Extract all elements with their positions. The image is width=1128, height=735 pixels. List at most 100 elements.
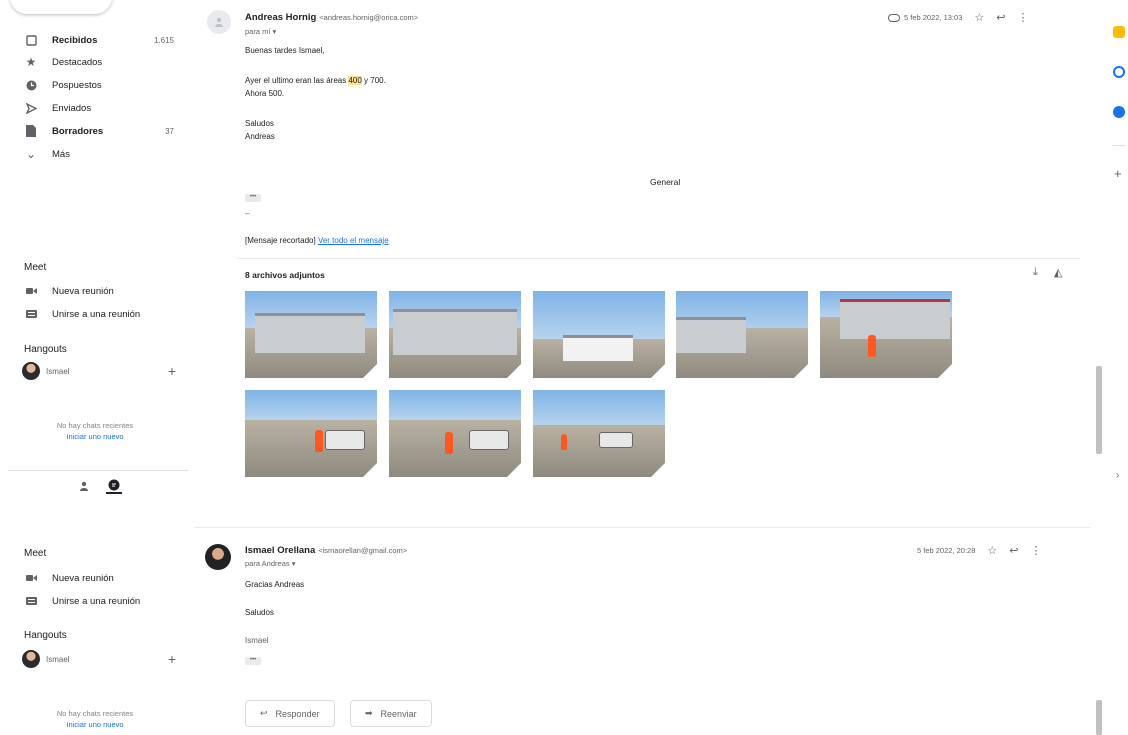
forward-label: Reenviar <box>380 708 417 719</box>
sidebar-item-snoozed[interactable]: Pospuestos <box>0 74 190 96</box>
more-options-icon[interactable]: ⋮ <box>1017 11 1028 24</box>
sidebar-item-label: Más <box>52 148 70 160</box>
hangouts-tabs <box>76 478 122 494</box>
recipient-toggle[interactable]: para mí ▾ <box>245 27 276 36</box>
scrollbar-thumb[interactable] <box>1096 366 1102 454</box>
attachment-thumbnail[interactable] <box>245 291 377 378</box>
new-meeting-label: Nueva reunión <box>52 285 114 297</box>
contacts-icon[interactable] <box>1113 106 1125 118</box>
rail-divider <box>1112 145 1126 146</box>
body-dash: – <box>245 209 250 218</box>
attachment-thumbnail[interactable] <box>533 291 665 378</box>
keyboard-icon <box>24 310 38 318</box>
clipped-text: [Mensaje recortado] <box>245 236 316 245</box>
message2-meta: 5 feb 2022, 20:28 ☆ ↩ ⋮ <box>917 544 1041 557</box>
add-chat-icon[interactable]: + <box>168 363 176 379</box>
reply-label: Responder <box>275 708 320 719</box>
attachments-actions: ⤓ ◭ <box>1033 266 1062 279</box>
sidebar-item-starred[interactable]: ★ Destacados <box>0 51 190 73</box>
sidebar-item-label: Borradores <box>52 125 104 137</box>
draft-icon <box>24 125 38 137</box>
show-trimmed-content-button[interactable]: ••• <box>245 194 261 202</box>
new-meeting-label: Nueva reunión <box>52 572 114 584</box>
sender-avatar <box>205 544 231 570</box>
side-panel-rail: + › <box>1110 0 1128 735</box>
clock-icon <box>24 80 38 91</box>
sidebar-item-inbox[interactable]: Recibidos 1.615 <box>0 29 190 51</box>
start-new-chat-link[interactable]: Iniciar uno nuevo <box>30 431 160 442</box>
clipped-message-notice: [Mensaje recortado] Ver todo el mensaje <box>245 236 389 245</box>
sidebar-item-label: Enviados <box>52 102 92 114</box>
sender-name: Ismael Orellana <box>245 545 316 556</box>
sidebar-item-sent[interactable]: Enviados <box>0 97 190 119</box>
join-meeting-button[interactable]: Unirse a una reunión <box>24 305 140 323</box>
left-sidebar: Recibidos 1.615 ★ Destacados Pospuestos … <box>0 0 190 735</box>
avatar <box>22 362 40 380</box>
tasks-icon[interactable] <box>1113 66 1125 78</box>
hangouts-section-title-2: Hangouts <box>24 630 67 641</box>
attachments-divider <box>237 258 1080 259</box>
show-trimmed-content-button[interactable]: ••• <box>245 657 261 665</box>
recipient-toggle[interactable]: para Andreas ▾ <box>245 559 295 568</box>
attachment-thumbnail[interactable] <box>245 390 377 477</box>
no-chats-message-2: No hay chats recientes Iniciar uno nuevo <box>30 708 160 730</box>
sidebar-item-label: Destacados <box>52 56 103 68</box>
message1-sender[interactable]: Andreas Hornig <andreas.hornig@orica.com… <box>245 12 418 23</box>
sidebar-item-more[interactable]: ⌄ Más <box>0 143 190 165</box>
star-icon: ★ <box>25 55 37 69</box>
sender-name: Andreas Hornig <box>245 12 317 23</box>
drafts-count: 37 <box>165 126 174 136</box>
reply-icon[interactable]: ↩ <box>1009 544 1018 557</box>
classification-label: General <box>650 177 681 187</box>
sidebar-item-label: Pospuestos <box>52 79 102 91</box>
new-meeting-button[interactable]: Nueva reunión <box>24 282 114 300</box>
attachment-thumbnail[interactable] <box>389 291 521 378</box>
unread-count: 1.615 <box>153 35 174 45</box>
inbox-icon <box>24 34 38 46</box>
chat-tab-icon[interactable] <box>106 478 122 494</box>
hangouts-user-2[interactable]: Ismael + <box>22 648 182 670</box>
contacts-tab-icon[interactable] <box>76 478 92 494</box>
avatar <box>22 650 40 668</box>
expand-panel-icon[interactable]: › <box>1116 470 1119 481</box>
compose-button[interactable] <box>10 0 112 14</box>
keep-icon[interactable] <box>1113 26 1125 38</box>
star-icon[interactable]: ☆ <box>974 11 984 24</box>
keyboard-icon <box>24 597 38 605</box>
no-chats-text: No hay chats recientes <box>56 421 134 430</box>
body-greeting: Buenas tardes Ismael, <box>245 46 325 55</box>
send-icon <box>24 102 38 114</box>
attachment-thumbnail[interactable] <box>820 291 952 378</box>
body-signoff: Saludos <box>245 608 274 617</box>
video-camera-icon <box>24 574 38 582</box>
body-text: Ayer el ultimo eran las áreas <box>245 76 349 85</box>
hangouts-user[interactable]: Ismael + <box>22 360 182 382</box>
save-to-drive-icon[interactable]: ◭ <box>1054 266 1062 279</box>
body-line-areas: Ayer el ultimo eran las áreas 400 y 700. <box>245 76 386 85</box>
attachment-thumbnail[interactable] <box>533 390 665 477</box>
reply-icon[interactable]: ↩ <box>996 11 1005 24</box>
reply-icon: ↩ <box>260 708 268 718</box>
reply-button[interactable]: ↩ Responder <box>245 700 335 727</box>
attachment-thumbnail[interactable] <box>389 390 521 477</box>
sidebar-item-drafts[interactable]: Borradores 37 <box>0 120 190 142</box>
body-signature: Ismael <box>245 636 269 645</box>
add-chat-icon[interactable]: + <box>168 651 176 667</box>
attachment-thumbnail[interactable] <box>676 291 808 378</box>
message2-sender[interactable]: Ismael Orellana <ismaorellan@gmail.com> <box>245 545 407 556</box>
forward-button[interactable]: ➡ Reenviar <box>350 700 432 727</box>
body-signature: Andreas <box>245 132 275 141</box>
add-addon-icon[interactable]: + <box>1114 166 1122 181</box>
download-all-icon[interactable]: ⤓ <box>1033 266 1038 279</box>
view-entire-message-link[interactable]: Ver todo el mensaje <box>318 236 389 245</box>
message-divider <box>195 527 1090 528</box>
new-meeting-button-2[interactable]: Nueva reunión <box>24 569 114 587</box>
join-meeting-button-2[interactable]: Unirse a una reunión <box>24 592 140 610</box>
star-icon[interactable]: ☆ <box>987 544 997 557</box>
more-options-icon[interactable]: ⋮ <box>1030 544 1041 557</box>
scrollbar-thumb-lower[interactable] <box>1096 700 1102 735</box>
sidebar-divider <box>8 470 188 471</box>
start-new-chat-link[interactable]: Iniciar uno nuevo <box>30 719 160 730</box>
meet-section-title-2: Meet <box>24 548 47 559</box>
body-text: y 700. <box>361 76 386 85</box>
